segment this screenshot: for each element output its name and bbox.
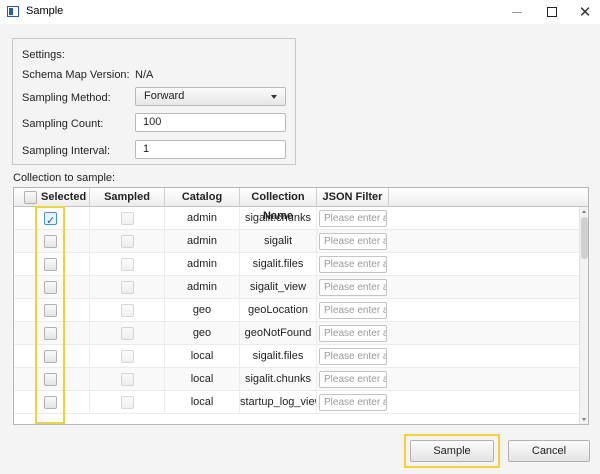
collection-name-cell: sigalit_view [240,276,317,299]
sampled-cell [90,230,165,253]
catalog-cell: admin [165,207,240,230]
window-title: Sample [26,5,64,17]
chevron-down-icon [271,95,277,99]
table-row[interactable]: localstartup_log_viewPlease enter a v [14,391,579,414]
sampled-checkbox [121,235,134,248]
collection-name-cell: sigalit.chunks [240,368,317,391]
settings-heading: Settings: [22,49,65,61]
table-row[interactable]: geogeoLocationPlease enter a v [14,299,579,322]
maximize-button[interactable] [535,0,569,24]
collection-name-cell: sigalit [240,230,317,253]
sampling-count-label: Sampling Count: [22,118,104,130]
collection-name-cell: geoNotFound [240,322,317,345]
schema-map-version-label: Schema Map Version: [22,69,130,81]
catalog-cell: admin [165,253,240,276]
collection-name-cell: geoLocation [240,299,317,322]
sampling-method-select[interactable]: Forward [135,87,286,106]
sampled-checkbox [121,212,134,225]
sampled-cell [90,253,165,276]
table-row[interactable]: localsigalit.chunksPlease enter a v [14,368,579,391]
collection-name-cell: sigalit.chunks [240,207,317,230]
column-header-selected[interactable]: Selected [14,188,90,207]
maximize-icon [547,7,557,17]
json-filter-input[interactable]: Please enter a v [319,279,387,296]
column-header-collection-name[interactable]: Collection Name [240,188,317,222]
json-filter-input[interactable]: Please enter a v [319,210,387,227]
collections-table: Selected Sampled Catalog Collection Name… [13,187,589,425]
collection-name-cell: startup_log_view [240,391,317,414]
catalog-cell: local [165,368,240,391]
sampled-cell [90,276,165,299]
sampled-checkbox [121,327,134,340]
sample-button[interactable]: Sample [410,440,494,462]
select-all-checkbox[interactable] [24,191,37,204]
catalog-cell: admin [165,230,240,253]
table-row[interactable]: ✓adminsigalit.chunksPlease enter a v [14,207,579,230]
column-header-catalog[interactable]: Catalog [165,188,240,207]
table-row[interactable]: adminsigalit.filesPlease enter a v [14,253,579,276]
scroll-down-icon[interactable] [582,418,586,421]
catalog-cell: admin [165,276,240,299]
window-app-icon [7,6,19,17]
cancel-button[interactable]: Cancel [508,440,590,462]
table-row[interactable]: adminsigalitPlease enter a v [14,230,579,253]
table-row[interactable]: adminsigalit_viewPlease enter a v [14,276,579,299]
vertical-scrollbar[interactable] [579,207,588,424]
catalog-cell: local [165,391,240,414]
json-filter-input[interactable]: Please enter a v [319,371,387,388]
column-header-json-filter[interactable]: JSON Filter [317,188,389,207]
json-filter-input[interactable]: Please enter a v [319,256,387,273]
sampling-interval-label: Sampling Interval: [22,145,111,157]
sampling-count-field[interactable]: 100 [135,113,286,132]
sampled-cell [90,391,165,414]
sampled-cell [90,299,165,322]
sampled-checkbox [121,396,134,409]
table-row[interactable]: localsigalit.filesPlease enter a v [14,345,579,368]
json-filter-input[interactable]: Please enter a v [319,302,387,319]
selected-column-highlight [35,206,65,424]
minimize-icon [512,11,522,13]
sampled-checkbox [121,373,134,386]
sampled-checkbox [121,350,134,363]
title-bar: Sample ✕ [0,0,600,24]
catalog-cell: local [165,345,240,368]
catalog-cell: geo [165,299,240,322]
schema-map-version-value: N/A [135,69,154,81]
sampling-interval-field[interactable]: 1 [135,140,286,159]
sampled-checkbox [121,258,134,271]
sampled-checkbox [121,281,134,294]
sampled-checkbox [121,304,134,317]
json-filter-input[interactable]: Please enter a v [319,394,387,411]
sampling-method-label: Sampling Method: [22,92,111,104]
table-row[interactable]: geogeoNotFoundPlease enter a v [14,322,579,345]
table-header: Selected Sampled Catalog Collection Name… [14,188,588,222]
collection-name-cell: sigalit.files [240,253,317,276]
json-filter-input[interactable]: Please enter a v [319,348,387,365]
sampling-method-value: Forward [144,90,185,102]
catalog-cell: geo [165,322,240,345]
scrollbar-thumb[interactable] [581,217,588,259]
close-icon: ✕ [578,3,592,21]
minimize-button[interactable] [500,0,534,24]
json-filter-input[interactable]: Please enter a v [319,233,387,250]
collection-name-cell: sigalit.files [240,345,317,368]
sampled-cell [90,368,165,391]
sampled-cell [90,207,165,230]
sampled-cell [90,345,165,368]
column-header-sampled[interactable]: Sampled [90,188,165,207]
scroll-up-icon[interactable] [582,210,586,213]
close-button[interactable]: ✕ [568,0,600,24]
json-filter-input[interactable]: Please enter a v [319,325,387,342]
settings-panel: Settings: Schema Map Version: N/A Sampli… [12,38,296,165]
collection-to-sample-label: Collection to sample: [13,172,116,184]
sampled-cell [90,322,165,345]
